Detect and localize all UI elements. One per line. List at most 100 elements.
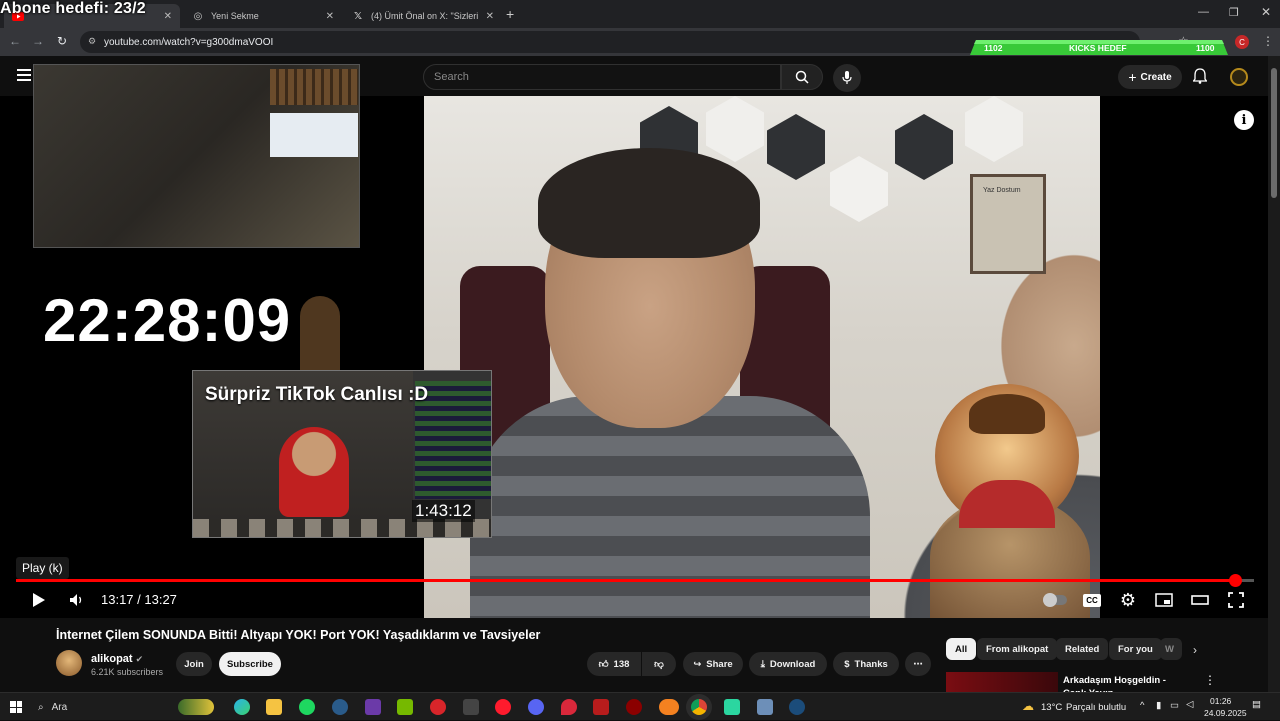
steam-icon[interactable] bbox=[789, 699, 805, 715]
play-button[interactable] bbox=[28, 590, 50, 610]
like-count: 138 bbox=[613, 658, 630, 670]
search-input[interactable]: Search bbox=[423, 64, 781, 90]
app-icon[interactable] bbox=[626, 699, 642, 715]
volume-icon[interactable]: ◁ bbox=[1186, 699, 1193, 710]
dislike-button[interactable]: 👎︎ bbox=[642, 652, 676, 676]
hamburger-menu-icon[interactable] bbox=[17, 69, 31, 81]
chip-related[interactable]: Related bbox=[1056, 638, 1109, 660]
windows-taskbar: ⌕ Ara ☁ 13°C Parçalı bulutlu ^ ▮ ▭ ◁ 01:2… bbox=[0, 692, 1280, 720]
network-icon[interactable]: ▭ bbox=[1170, 700, 1179, 711]
cloud-icon[interactable] bbox=[659, 699, 679, 715]
subscribe-button[interactable]: Subscribe bbox=[219, 652, 281, 676]
chip-for-you[interactable]: For you bbox=[1109, 638, 1162, 660]
reload-icon[interactable]: ↻ bbox=[57, 34, 67, 48]
channel-avatar[interactable] bbox=[56, 650, 82, 676]
notifications-bell-icon[interactable] bbox=[1192, 68, 1208, 89]
url-text: youtube.com/watch?v=g300dmaVOOI bbox=[104, 36, 274, 48]
subscribe-label: Subscribe bbox=[227, 658, 273, 670]
more-actions-button[interactable]: ⋯ bbox=[905, 652, 931, 676]
back-icon[interactable]: ← bbox=[9, 34, 21, 48]
join-button[interactable]: Join bbox=[176, 652, 212, 676]
miniplayer-button[interactable] bbox=[1153, 590, 1175, 610]
subtitles-button[interactable]: CC bbox=[1081, 590, 1103, 610]
thanks-button[interactable]: $ Thanks bbox=[833, 652, 899, 676]
recommendation-menu-icon[interactable]: ⋮ bbox=[1204, 673, 1216, 687]
clock-time[interactable]: 01:26 bbox=[1210, 696, 1231, 706]
restore-icon[interactable]: ❐ bbox=[1229, 6, 1239, 19]
new-tab-button[interactable]: + bbox=[506, 6, 514, 22]
recommendation-thumbnail[interactable] bbox=[946, 672, 1058, 692]
like-button[interactable]: 👍︎ 138 bbox=[587, 652, 641, 676]
play-tooltip: Play (k) bbox=[16, 557, 69, 579]
edge-icon[interactable] bbox=[234, 699, 250, 715]
bookshelf bbox=[270, 69, 358, 105]
mini-card-duration: 1:43:12 bbox=[412, 500, 475, 522]
chip-all[interactable]: All bbox=[946, 638, 977, 660]
channel-name[interactable]: alikopat ✔ bbox=[91, 653, 143, 665]
create-button[interactable]: + Create bbox=[1118, 65, 1182, 89]
forward-icon[interactable]: → bbox=[32, 34, 44, 48]
minimize-icon[interactable]: — bbox=[1198, 6, 1209, 18]
progress-bar[interactable] bbox=[16, 574, 1254, 587]
chip-overflow[interactable]: W bbox=[1160, 638, 1182, 660]
chrome-icon[interactable] bbox=[691, 699, 707, 715]
bird-widget-icon[interactable] bbox=[178, 699, 214, 715]
share-label: Share bbox=[706, 658, 733, 670]
app-icon[interactable] bbox=[724, 699, 740, 715]
tab-x-post[interactable]: 𝕏 (4) Ümit Önal on X: "Sizleri izle ✕ bbox=[344, 4, 502, 28]
video-info-icon[interactable]: i bbox=[1234, 110, 1254, 130]
taskbar-search-label: Ara bbox=[51, 701, 68, 713]
fullscreen-button[interactable] bbox=[1225, 590, 1247, 610]
download-button[interactable]: ⤓ Download bbox=[749, 652, 827, 676]
close-tab-icon[interactable]: ✕ bbox=[486, 11, 494, 22]
clock-date[interactable]: 24.09.2025 bbox=[1204, 708, 1247, 718]
autoplay-toggle[interactable] bbox=[1042, 590, 1068, 610]
fullscreen-icon bbox=[1228, 592, 1244, 608]
calculator-icon[interactable] bbox=[757, 699, 773, 715]
scrollbar-thumb[interactable] bbox=[1271, 68, 1277, 198]
tab-yeni-sekme[interactable]: ◎ Yeni Sekme ✕ bbox=[184, 4, 342, 28]
voice-search-button[interactable] bbox=[833, 64, 861, 92]
account-avatar[interactable] bbox=[1230, 68, 1248, 86]
theater-mode-button[interactable] bbox=[1189, 590, 1211, 610]
close-tab-icon[interactable]: ✕ bbox=[164, 11, 172, 22]
microphone-icon[interactable]: ▮ bbox=[1156, 700, 1161, 711]
spotify-icon[interactable] bbox=[299, 699, 315, 715]
page-scrollbar[interactable] bbox=[1268, 56, 1280, 692]
opera-icon[interactable] bbox=[495, 699, 511, 715]
nvidia-icon[interactable] bbox=[397, 699, 413, 715]
search-placeholder: Search bbox=[434, 71, 469, 83]
close-window-icon[interactable]: ✕ bbox=[1261, 5, 1271, 19]
notifications-icon[interactable]: ▤ bbox=[1252, 699, 1261, 710]
recommendation-title[interactable]: Arkadaşım Hoşgeldin - Canlı Yayın bbox=[1063, 674, 1189, 692]
app-icon[interactable] bbox=[430, 699, 446, 715]
windows-start-icon[interactable] bbox=[10, 701, 22, 713]
cartoon-hair bbox=[969, 394, 1045, 434]
cc-icon: CC bbox=[1083, 593, 1101, 607]
profile-avatar[interactable]: C bbox=[1235, 35, 1249, 49]
app-icon[interactable] bbox=[463, 699, 479, 715]
mute-button[interactable] bbox=[66, 590, 88, 610]
download-label: Download bbox=[769, 658, 816, 670]
play-icon bbox=[33, 593, 45, 607]
steam-icon[interactable] bbox=[332, 699, 348, 715]
monitor-screen bbox=[270, 113, 358, 157]
close-tab-icon[interactable]: ✕ bbox=[326, 11, 334, 22]
tab-label: Yeni Sekme bbox=[211, 11, 259, 21]
file-explorer-icon[interactable] bbox=[266, 699, 282, 715]
maps-pin-icon[interactable] bbox=[561, 699, 577, 715]
app-icon[interactable] bbox=[593, 699, 609, 715]
thanks-label: Thanks bbox=[854, 658, 888, 670]
weather-icon: ☁ bbox=[1022, 699, 1034, 713]
tray-overflow-icon[interactable]: ^ bbox=[1140, 700, 1144, 711]
search-button[interactable] bbox=[781, 64, 823, 90]
discord-icon[interactable] bbox=[528, 699, 544, 715]
browser-menu-icon[interactable]: ⋮ bbox=[1262, 34, 1274, 48]
settings-button[interactable]: ⚙ bbox=[1117, 590, 1139, 610]
chip-from-channel[interactable]: From alikopat bbox=[977, 638, 1058, 660]
join-label: Join bbox=[184, 658, 204, 670]
chips-next-icon[interactable]: › bbox=[1193, 643, 1197, 657]
share-button[interactable]: ↪ Share bbox=[683, 652, 743, 676]
visual-studio-icon[interactable] bbox=[365, 699, 381, 715]
site-info-icon[interactable]: ⚙ bbox=[88, 36, 96, 47]
